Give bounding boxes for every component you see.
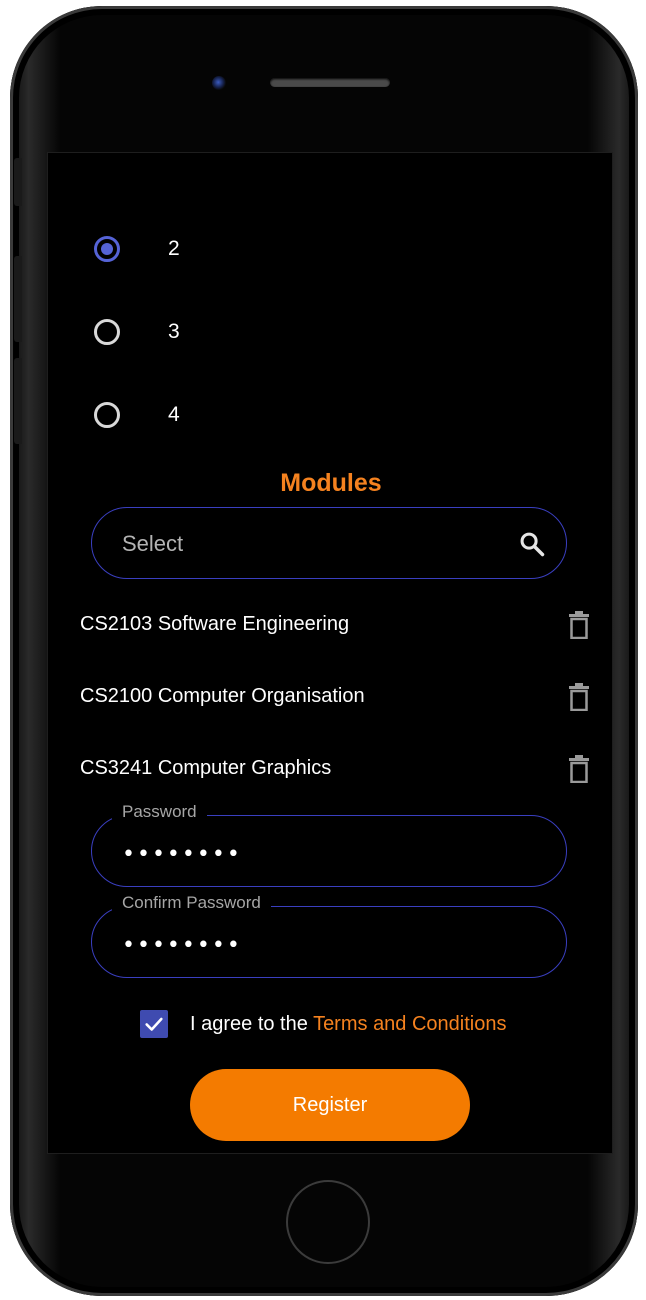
volume-down-button	[14, 358, 22, 444]
module-search-input[interactable]	[120, 526, 484, 562]
radio-button-selected[interactable]	[94, 236, 120, 262]
trash-icon[interactable]	[568, 683, 590, 711]
module-label: CS3241 Computer Graphics	[80, 757, 332, 779]
trash-icon[interactable]	[568, 611, 590, 639]
search-icon[interactable]	[518, 530, 546, 558]
volume-up-button	[14, 256, 22, 342]
password-label: Password	[112, 802, 207, 822]
home-button[interactable]	[286, 1180, 370, 1264]
module-label: CS2103 Software Engineering	[80, 613, 350, 635]
mute-switch	[14, 158, 22, 206]
module-list-item: CS2103 Software Engineering	[80, 607, 590, 643]
module-list-item: CS3241 Computer Graphics	[80, 751, 590, 787]
agree-text: I agree to the Terms and Conditions	[190, 1013, 507, 1036]
radio-label: 4	[168, 403, 180, 426]
confirm-password-field[interactable]: Confirm Password	[91, 893, 567, 978]
radio-button[interactable]	[94, 402, 120, 428]
agree-checkbox[interactable]	[140, 1010, 168, 1038]
confirm-password-label: Confirm Password	[112, 893, 271, 913]
module-list-item: CS2100 Computer Organisation	[80, 679, 590, 715]
radio-button[interactable]	[94, 319, 120, 345]
earpiece-speaker	[270, 78, 390, 87]
app-screen: 2 3 4 Modules CS2103 Software Engineerin…	[47, 152, 613, 1154]
modules-title: Modules	[280, 469, 382, 497]
password-field[interactable]: Password	[91, 802, 567, 887]
trash-icon[interactable]	[568, 755, 590, 783]
register-button[interactable]: Register	[190, 1069, 470, 1141]
radio-label: 2	[168, 237, 180, 260]
radio-option-4[interactable]: 4	[94, 399, 180, 431]
module-search-field[interactable]	[91, 507, 567, 579]
front-camera-icon	[212, 76, 226, 90]
radio-label: 3	[168, 320, 180, 343]
radio-option-3[interactable]: 3	[94, 316, 180, 348]
checkmark-icon	[145, 1017, 163, 1031]
module-label: CS2100 Computer Organisation	[80, 685, 365, 707]
agree-prefix: I agree to the	[190, 1012, 314, 1035]
terms-agreement: I agree to the Terms and Conditions	[140, 1009, 507, 1039]
confirm-password-input[interactable]	[120, 927, 524, 963]
terms-link[interactable]: Terms and Conditions	[313, 1013, 506, 1035]
radio-option-2[interactable]: 2	[94, 233, 180, 265]
password-input[interactable]	[120, 836, 524, 872]
